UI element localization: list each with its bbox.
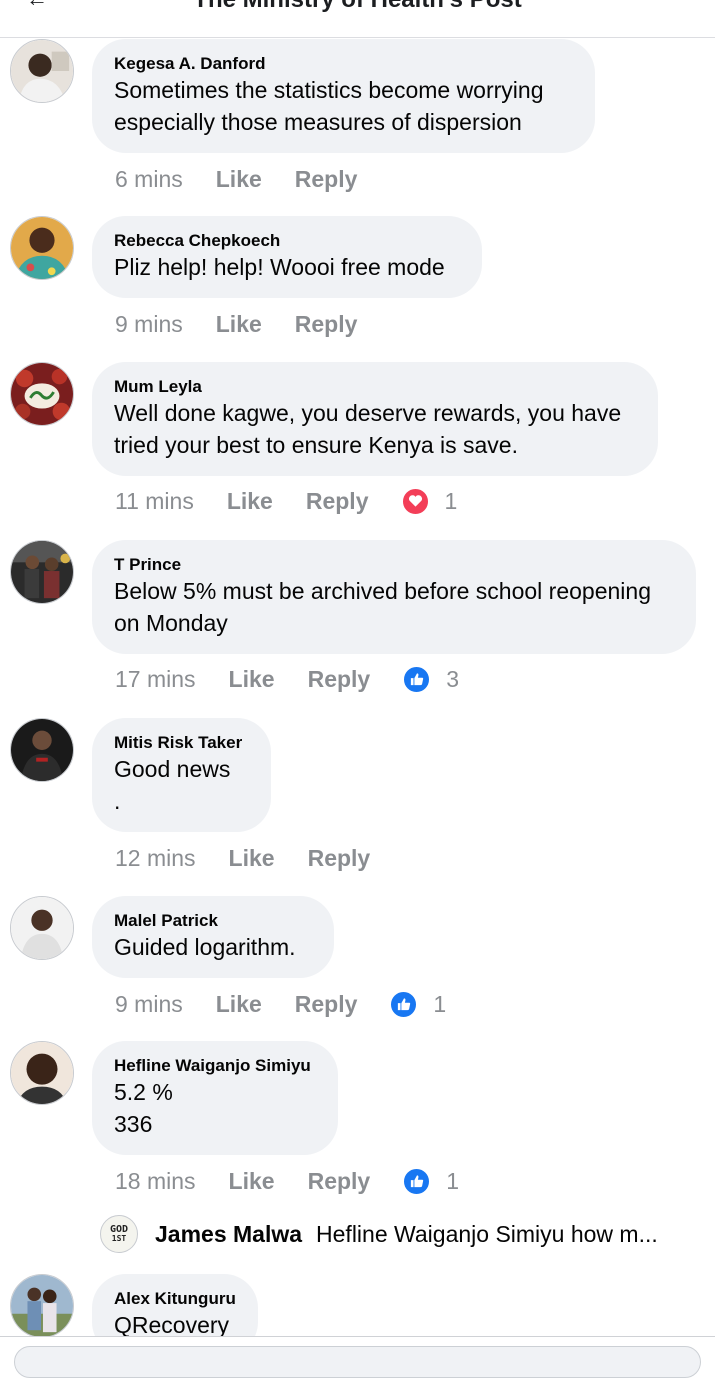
couple-photo-avatar-icon bbox=[11, 1275, 73, 1337]
reaction-count[interactable]: 3 bbox=[446, 666, 459, 693]
comment-text: Sometimes the statistics become worrying… bbox=[114, 77, 544, 135]
reply-button[interactable]: Reply bbox=[308, 1168, 371, 1195]
comment-time[interactable]: 9 mins bbox=[115, 991, 183, 1018]
reply-author[interactable]: James Malwa bbox=[155, 1221, 302, 1248]
comment-time[interactable]: 12 mins bbox=[115, 845, 196, 872]
like-button[interactable]: Like bbox=[216, 311, 262, 338]
reaction-count[interactable]: 1 bbox=[433, 991, 446, 1018]
person-avatar-icon bbox=[11, 1042, 73, 1104]
avatar[interactable] bbox=[10, 1041, 74, 1105]
reply-button[interactable]: Reply bbox=[295, 991, 358, 1018]
avatar[interactable] bbox=[10, 216, 74, 280]
reply-button[interactable]: Reply bbox=[308, 845, 371, 872]
like-button[interactable]: Like bbox=[227, 488, 273, 515]
comment-time[interactable]: 6 mins bbox=[115, 166, 183, 193]
comment-bubble[interactable]: Mum Leyla Well done kagwe, you deserve r… bbox=[92, 362, 658, 476]
comment-composer-bar bbox=[0, 1336, 715, 1378]
comment-author[interactable]: Mum Leyla bbox=[114, 377, 636, 397]
comment-author[interactable]: T Prince bbox=[114, 555, 674, 575]
person-avatar-icon bbox=[11, 719, 73, 781]
comment-actions: 6 mins Like Reply bbox=[115, 165, 390, 193]
calligraphy-avatar-icon bbox=[11, 363, 73, 425]
comment-bubble[interactable]: Rebecca Chepkoech Pliz help! help! Woooi… bbox=[92, 216, 482, 298]
person-avatar-icon bbox=[11, 217, 73, 279]
comment-time[interactable]: 18 mins bbox=[115, 1168, 196, 1195]
comment-text: Below 5% must be archived before school … bbox=[114, 578, 651, 636]
comment-bubble[interactable]: Malel Patrick Guided logarithm. bbox=[92, 896, 334, 978]
reaction-count[interactable]: 1 bbox=[445, 488, 458, 515]
thumbs-up-reaction-icon[interactable] bbox=[403, 1167, 431, 1195]
avatar[interactable] bbox=[10, 39, 74, 103]
comment-text: 5.2 % 336 bbox=[114, 1079, 173, 1137]
comment-text: Pliz help! help! Woooi free mode bbox=[114, 254, 445, 280]
comment-author[interactable]: Kegesa A. Danford bbox=[114, 54, 573, 74]
post-title: The Ministry of Health's Post bbox=[0, 0, 715, 14]
reply-preview[interactable]: GOD 1ST James Malwa Hefline Waiganjo Sim… bbox=[100, 1212, 700, 1256]
reply-button[interactable]: Reply bbox=[295, 311, 358, 338]
like-button[interactable]: Like bbox=[216, 991, 262, 1018]
avatar[interactable] bbox=[10, 718, 74, 782]
comment-actions: 9 mins Like Reply bbox=[115, 310, 390, 338]
comment-actions: 12 mins Like Reply bbox=[115, 844, 403, 872]
comment-time[interactable]: 11 mins bbox=[115, 488, 194, 515]
comment-text: Well done kagwe, you deserve rewards, yo… bbox=[114, 400, 622, 458]
comment-bubble[interactable]: Hefline Waiganjo Simiyu 5.2 % 336 bbox=[92, 1041, 338, 1155]
heart-reaction-icon[interactable] bbox=[401, 487, 429, 515]
thumbs-up-reaction-icon[interactable] bbox=[403, 665, 431, 693]
comment-author[interactable]: Alex Kitunguru bbox=[114, 1289, 236, 1309]
like-button[interactable]: Like bbox=[216, 166, 262, 193]
comment-actions: 17 mins Like Reply 3 bbox=[115, 665, 459, 693]
comment-time[interactable]: 17 mins bbox=[115, 666, 196, 693]
avatar-text-line: 1ST bbox=[111, 1234, 127, 1243]
like-button[interactable]: Like bbox=[229, 1168, 275, 1195]
comment-text: Good news . bbox=[114, 756, 231, 814]
reply-text: Hefline Waiganjo Simiyu how m... bbox=[316, 1220, 658, 1247]
comment-bubble[interactable]: T Prince Below 5% must be archived befor… bbox=[92, 540, 696, 654]
group-photo-avatar-icon bbox=[11, 541, 73, 603]
comment-actions: 11 mins Like Reply 1 bbox=[115, 487, 457, 515]
reply-button[interactable]: Reply bbox=[308, 666, 371, 693]
comment-time[interactable]: 9 mins bbox=[115, 311, 183, 338]
avatar[interactable] bbox=[10, 362, 74, 426]
reply-button[interactable]: Reply bbox=[295, 166, 358, 193]
comment-text: Guided logarithm. bbox=[114, 934, 296, 960]
comment-bubble[interactable]: Mitis Risk Taker Good news . bbox=[92, 718, 271, 832]
thumbs-up-reaction-icon[interactable] bbox=[390, 990, 418, 1018]
comment-author[interactable]: Mitis Risk Taker bbox=[114, 733, 249, 753]
reaction-count[interactable]: 1 bbox=[446, 1168, 459, 1195]
avatar[interactable] bbox=[10, 896, 74, 960]
comment-actions: 18 mins Like Reply 1 bbox=[115, 1167, 459, 1195]
person-avatar-icon bbox=[11, 40, 73, 102]
avatar-text-line: GOD bbox=[109, 1224, 129, 1235]
comment-actions: 9 mins Like Reply 1 bbox=[115, 990, 446, 1018]
comment-author[interactable]: Hefline Waiganjo Simiyu bbox=[114, 1056, 316, 1076]
comment-author[interactable]: Rebecca Chepkoech bbox=[114, 231, 460, 251]
reply-content: James Malwa Hefline Waiganjo Simiyu how … bbox=[155, 1221, 658, 1248]
reply-avatar[interactable]: GOD 1ST bbox=[100, 1215, 138, 1253]
post-header: ← The Ministry of Health's Post bbox=[0, 0, 715, 38]
reply-button[interactable]: Reply bbox=[306, 488, 369, 515]
comment-input[interactable] bbox=[14, 1346, 701, 1378]
comment-bubble[interactable]: Kegesa A. Danford Sometimes the statisti… bbox=[92, 39, 595, 153]
comment-author[interactable]: Malel Patrick bbox=[114, 911, 312, 931]
avatar[interactable] bbox=[10, 540, 74, 604]
person-avatar-icon bbox=[11, 897, 73, 959]
like-button[interactable]: Like bbox=[229, 845, 275, 872]
avatar[interactable] bbox=[10, 1274, 74, 1338]
like-button[interactable]: Like bbox=[229, 666, 275, 693]
